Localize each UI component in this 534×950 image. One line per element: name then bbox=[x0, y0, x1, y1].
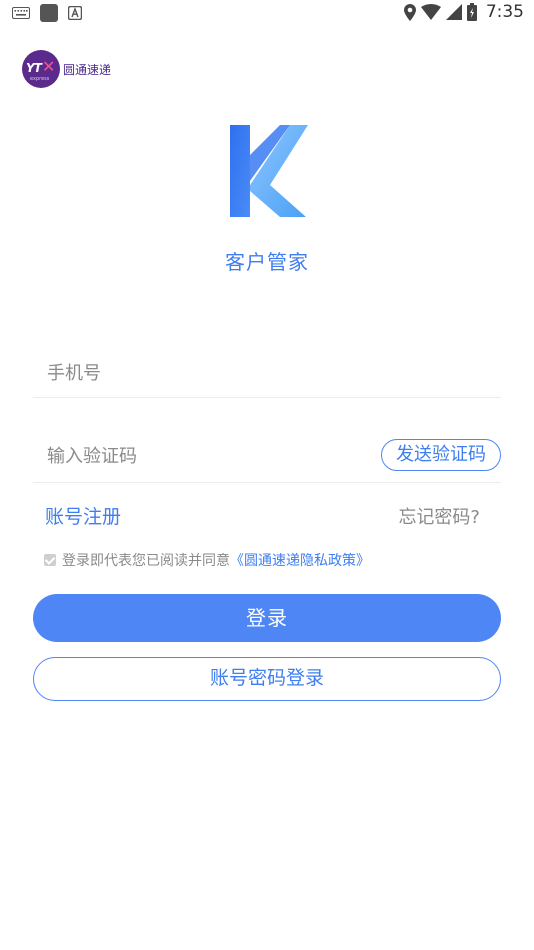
agreement-row: 登录即代表您已阅读并同意 《圆通速递隐私政策》 bbox=[44, 550, 370, 570]
status-time: 7:35 bbox=[485, 2, 524, 22]
agreement-checkbox[interactable] bbox=[44, 554, 56, 566]
signal-icon bbox=[445, 4, 462, 20]
phone-input[interactable] bbox=[45, 362, 349, 385]
forgot-password-link[interactable]: 忘记密码? bbox=[398, 503, 480, 529]
password-login-button[interactable]: 账号密码登录 bbox=[33, 657, 501, 701]
a-box-icon bbox=[68, 6, 82, 20]
app-logo bbox=[230, 125, 308, 217]
wifi-icon bbox=[420, 4, 441, 20]
agreement-text: 登录即代表您已阅读并同意 bbox=[62, 553, 230, 569]
phone-field-row bbox=[33, 352, 501, 398]
privacy-policy-link[interactable]: 《圆通速递隐私政策》 bbox=[230, 550, 370, 570]
keyboard-icon bbox=[12, 7, 30, 19]
brand-logo-sub: express bbox=[30, 76, 50, 82]
code-field-row: 发送验证码 bbox=[33, 436, 501, 483]
location-icon bbox=[403, 3, 416, 21]
brand-logo-mark: ✕ bbox=[42, 57, 56, 76]
brand-logo: YT ✕ express bbox=[22, 50, 60, 88]
app-square-icon bbox=[40, 4, 58, 22]
brand-logo-text: YT bbox=[26, 61, 42, 75]
brand-name: 圆通速递 bbox=[63, 62, 112, 77]
register-link[interactable]: 账号注册 bbox=[45, 502, 121, 529]
battery-icon bbox=[466, 3, 477, 21]
verification-code-input[interactable] bbox=[45, 445, 349, 468]
status-bar: 7:35 bbox=[0, 0, 534, 28]
brand-header: YT ✕ express 圆通速递 bbox=[22, 50, 111, 88]
send-code-button[interactable]: 发送验证码 bbox=[381, 439, 501, 471]
login-button[interactable]: 登录 bbox=[33, 594, 501, 642]
app-title: 客户管家 bbox=[225, 250, 309, 274]
